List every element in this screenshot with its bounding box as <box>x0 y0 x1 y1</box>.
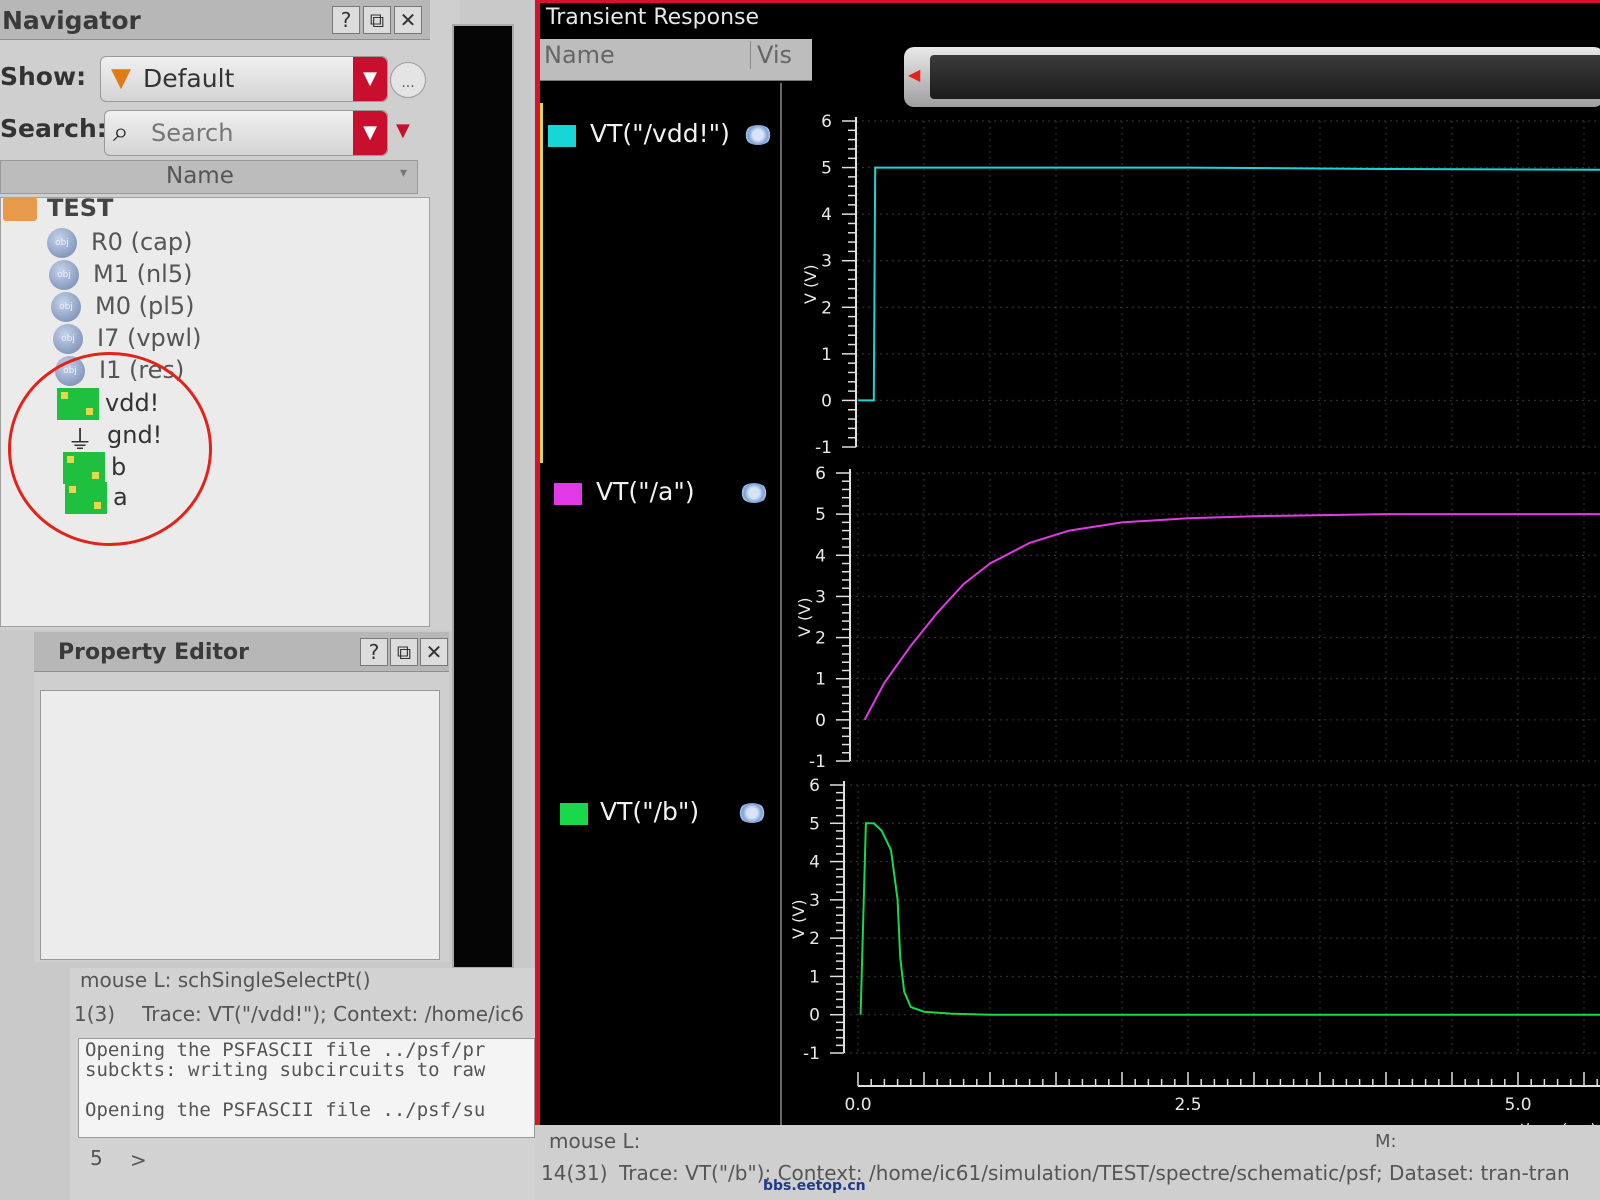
instance-label: M0 (pl5) <box>95 292 195 320</box>
y-axis-title: V (V) <box>801 265 820 304</box>
trace-line <box>859 822 1600 1016</box>
waveform-window: Transient Response Name Vis VT("/vdd!") … <box>535 0 1600 1128</box>
y-tick-label: 4 <box>815 546 826 566</box>
history-counter: 1(3) <box>74 1002 116 1026</box>
y-tick-label: -1 <box>815 438 832 458</box>
y-tick-label: 5 <box>821 159 832 179</box>
y-tick-label: 1 <box>815 670 826 690</box>
chevron-down-icon[interactable]: ▼ <box>353 57 387 101</box>
tree-item-instance[interactable]: obj R0 (cap) <box>47 228 192 258</box>
instance-label: M1 (nl5) <box>93 260 193 288</box>
y-tick-label: 2 <box>815 629 826 649</box>
y-tick-label: 1 <box>809 967 820 987</box>
instance-obj-icon: obj <box>53 324 83 354</box>
trace-status: Trace: VT("/vdd!"); Context: /home/ic6 <box>142 1002 525 1026</box>
watermark: bbs.eetop.cn <box>763 1178 866 1194</box>
filter-funnel-icon: ▼ <box>111 63 131 93</box>
trace-line <box>863 513 1600 721</box>
output-log[interactable]: Opening the PSFASCII file ../psf/pr subc… <box>78 1038 535 1138</box>
instance-obj-icon: obj <box>51 292 81 322</box>
y-tick-label: -1 <box>803 1044 820 1064</box>
waveform-status-bar: mouse L: M: 14(31) Trace: VT("/b"); Cont… <box>535 1125 1600 1200</box>
chevron-down-icon[interactable]: ▼ <box>353 111 387 155</box>
show-filter-combo[interactable]: ▼ Default ▼ <box>100 56 388 102</box>
folder-icon <box>3 197 37 221</box>
tree-root-label: TEST <box>47 194 114 222</box>
show-filter-value: Default <box>143 64 235 93</box>
y-tick-label: 0 <box>815 711 826 731</box>
y-tick-label: 2 <box>821 298 832 318</box>
y-tick-label: 0 <box>809 1006 820 1026</box>
instance-obj-icon: obj <box>49 260 79 290</box>
y-tick-label: 3 <box>809 891 820 911</box>
close-icon[interactable]: ✕ <box>420 638 448 666</box>
ciw-area: mouse L: schSingleSelectPt() 1(3) Trace:… <box>70 968 535 1200</box>
tree-item-instance[interactable]: obj I7 (vpwl) <box>53 324 201 354</box>
waveform-plots[interactable]: 6 5 4 3 2 1 0 -1 V (V) 6 5 4 3 2 1 0 -1 V (V) 6 5 4 3 2 1 0 -1 V (… <box>540 3 1600 1128</box>
history-counter: 14(31) <box>541 1161 608 1185</box>
search-icon: ⌕ <box>113 115 129 148</box>
log-line: Opening the PSFASCII file ../psf/pr <box>85 1039 486 1061</box>
middle-mouse-text: M: <box>1375 1131 1397 1152</box>
command-prompt[interactable]: > <box>130 1148 147 1172</box>
search-combo[interactable]: ⌕ ▼ <box>104 110 388 156</box>
close-icon[interactable]: ✕ <box>394 6 422 34</box>
y-tick-label: 1 <box>821 345 832 365</box>
schematic-canvas-edge <box>452 24 514 969</box>
help-icon[interactable]: ? <box>332 6 360 34</box>
navigator-title: Navigator <box>2 6 141 35</box>
tree-item-instance[interactable]: obj M1 (nl5) <box>49 260 192 290</box>
tree-item-instance[interactable]: obj M0 (pl5) <box>51 292 195 322</box>
y-tick-label: 6 <box>809 776 820 796</box>
y-tick-label: 4 <box>821 205 832 225</box>
x-tick-label: 2.5 <box>1174 1095 1201 1115</box>
y-tick-label: 3 <box>815 587 826 607</box>
search-options-arrow-icon[interactable]: ▼ <box>396 120 410 141</box>
log-line: subckts: writing subcircuits to raw <box>85 1059 486 1081</box>
y-tick-label: 2 <box>809 929 820 949</box>
red-circle-annotation <box>8 352 212 546</box>
sort-arrow-icon[interactable]: ▾ <box>400 165 407 181</box>
navigator-titlebar[interactable]: Navigator ? ⧉ ✕ <box>0 0 430 40</box>
float-icon[interactable]: ⧉ <box>363 6 391 34</box>
column-name-label: Name <box>166 163 234 189</box>
log-line: Opening the PSFASCII file ../psf/su <box>85 1099 486 1121</box>
x-tick-label: 5.0 <box>1504 1095 1531 1115</box>
y-tick-label: 6 <box>815 464 826 484</box>
y-tick-label: 6 <box>821 112 832 132</box>
property-editor-title: Property Editor <box>58 640 249 665</box>
y-tick-label: 4 <box>809 853 820 873</box>
float-icon[interactable]: ⧉ <box>390 638 418 666</box>
y-tick-label: 5 <box>815 505 826 525</box>
left-dock-area: Navigator ? ⧉ ✕ Show: ▼ Default ▼ ... Se… <box>0 0 535 1200</box>
y-tick-label: 0 <box>821 391 832 411</box>
y-axis-title: V (V) <box>795 598 814 637</box>
x-tick-label: 0.0 <box>844 1095 871 1115</box>
instance-label: R0 (cap) <box>91 228 193 256</box>
more-options-button[interactable]: ... <box>390 62 426 98</box>
tree-column-header[interactable]: Name ▾ <box>0 160 418 194</box>
trace-line <box>858 166 1600 402</box>
mouse-binding-text: mouse L: schSingleSelectPt() <box>80 968 371 992</box>
prompt-number: 5 <box>90 1146 103 1170</box>
tree-root[interactable]: TEST <box>3 194 113 222</box>
property-editor-body[interactable] <box>40 690 440 960</box>
mouse-binding-text: mouse L: <box>549 1129 641 1153</box>
show-label: Show: <box>0 62 87 91</box>
y-tick-label: -1 <box>809 752 826 772</box>
y-tick-label: 3 <box>821 252 832 272</box>
instance-obj-icon: obj <box>47 228 77 258</box>
instance-label: I7 (vpwl) <box>97 324 202 352</box>
help-icon[interactable]: ? <box>360 638 388 666</box>
y-tick-label: 5 <box>809 814 820 834</box>
search-input[interactable] <box>149 117 339 149</box>
property-editor-titlebar[interactable]: Property Editor ? ⧉ ✕ <box>34 632 449 672</box>
search-label: Search: <box>0 114 107 143</box>
y-axis-title: V (V) <box>789 900 808 939</box>
